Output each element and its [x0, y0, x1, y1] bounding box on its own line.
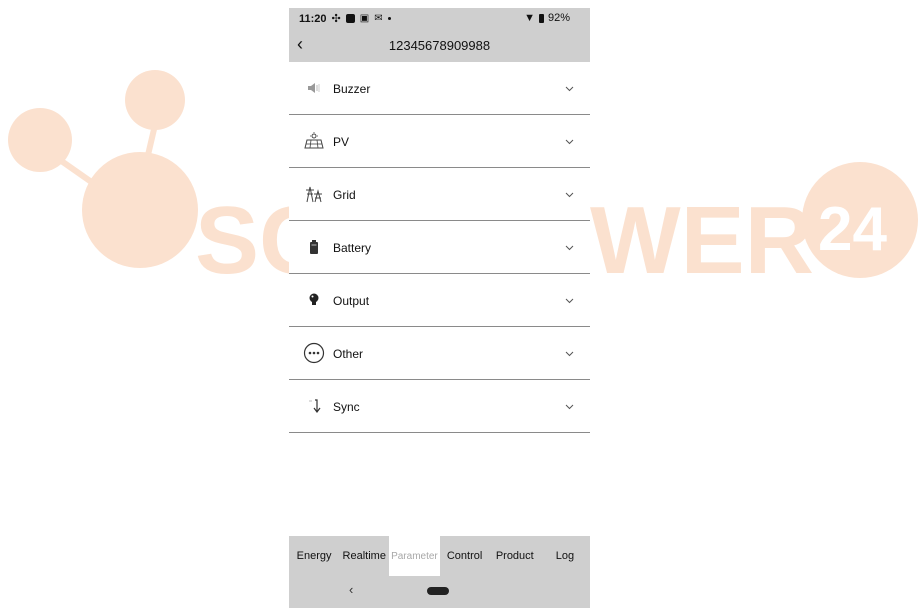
- solar-panel-icon: [303, 131, 325, 151]
- chevron-down-icon: [565, 238, 574, 256]
- fan-icon: ✣: [331, 13, 341, 25]
- sync-icon: [303, 396, 325, 416]
- battery-percent: 92%: [547, 12, 570, 24]
- tab-log[interactable]: Log: [540, 536, 590, 576]
- tab-energy[interactable]: Energy: [289, 536, 339, 576]
- chevron-down-icon: [565, 132, 574, 150]
- parameter-list: Buzzer PV Grid Battery Output Other Sync: [289, 62, 590, 433]
- row-sync[interactable]: Sync: [289, 380, 590, 433]
- phone-screen: 11:20 ✣ ▣ ✉ ▼ 92% ‹ 12345678909988 Buzze…: [289, 8, 590, 608]
- battery-icon: [303, 237, 325, 257]
- chevron-down-icon: [565, 291, 574, 309]
- bus-icon: ▣: [359, 13, 370, 24]
- clock: 11:20: [299, 12, 327, 25]
- speaker-icon: [303, 78, 325, 98]
- system-nav-bar: ‹: [289, 576, 590, 608]
- row-label: Other: [333, 347, 364, 361]
- tab-product[interactable]: Product: [490, 536, 540, 576]
- svg-text:WER: WER: [590, 187, 814, 294]
- row-pv[interactable]: PV: [289, 115, 590, 168]
- title-bar: ‹ 12345678909988: [289, 30, 590, 62]
- grid-tower-icon: [303, 184, 325, 204]
- chevron-down-icon: [565, 344, 574, 362]
- row-output[interactable]: Output: [289, 274, 590, 327]
- wifi-icon: ▼: [524, 12, 535, 24]
- row-label: PV: [333, 135, 350, 149]
- row-buzzer[interactable]: Buzzer: [289, 62, 590, 115]
- row-label: Battery: [333, 241, 372, 255]
- page-title: 12345678909988: [388, 38, 491, 53]
- row-label: Buzzer: [333, 82, 371, 96]
- row-battery[interactable]: Battery: [289, 221, 590, 274]
- row-label: Sync: [333, 400, 360, 414]
- nav-back-icon[interactable]: ‹: [349, 582, 353, 597]
- row-other[interactable]: Other: [289, 327, 590, 380]
- chevron-down-icon: [565, 185, 574, 203]
- bottom-tab-bar: Energy Realtime Parameter Control Produc…: [289, 536, 590, 576]
- chevron-down-icon: [565, 397, 574, 415]
- tab-control[interactable]: Control: [440, 536, 490, 576]
- mail-icon: ✉: [374, 13, 383, 24]
- tab-parameter[interactable]: Parameter: [389, 536, 440, 576]
- row-grid[interactable]: Grid: [289, 168, 590, 221]
- status-bar: 11:20 ✣ ▣ ✉ ▼ 92%: [289, 8, 590, 30]
- battery-status-icon: [538, 13, 544, 23]
- row-label: Output: [333, 294, 370, 308]
- more-icon: [303, 342, 325, 364]
- app-icon: [345, 14, 355, 23]
- svg-text:24: 24: [818, 195, 887, 264]
- bulb-icon: [303, 290, 325, 310]
- row-label: Grid: [333, 188, 356, 202]
- home-pill-icon[interactable]: [427, 587, 449, 595]
- chevron-down-icon: [565, 79, 574, 97]
- tab-realtime[interactable]: Realtime: [339, 536, 389, 576]
- notification-dot-icon: [387, 17, 391, 20]
